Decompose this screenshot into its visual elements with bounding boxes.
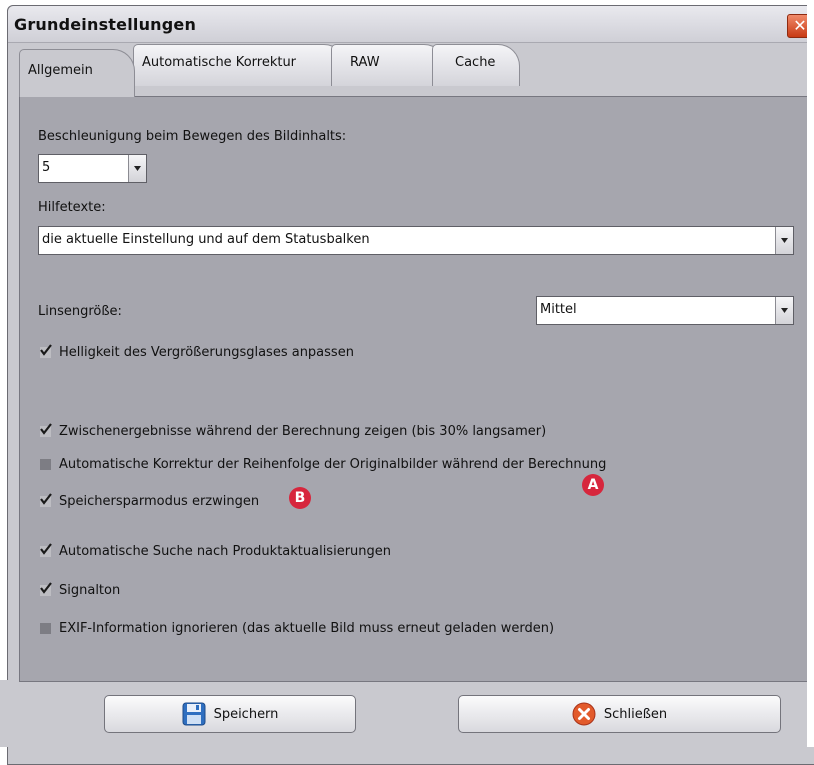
close-icon: ✕ <box>793 16 807 35</box>
helptexts-value: die aktuelle Einstellung und auf dem Sta… <box>42 232 370 247</box>
save-button[interactable]: Speichern <box>104 695 356 733</box>
chevron-down-icon <box>781 308 788 313</box>
checkbox[interactable] <box>40 492 52 507</box>
chevron-down-icon <box>781 238 788 243</box>
settings-panel: Beschleunigung beim Bewegen des Bildinha… <box>19 96 814 682</box>
tab-label: Allgemein <box>28 63 93 78</box>
tab-cache[interactable]: Cache <box>432 44 520 86</box>
checkbox-label: Speichersparmodus erzwingen <box>59 493 260 509</box>
checkmark-icon <box>40 343 52 356</box>
checkbox-row-memory-saving[interactable]: Speichersparmodus erzwingen <box>40 492 259 510</box>
floppy-disk-icon <box>182 702 206 726</box>
checkbox-row-auto-update-search[interactable]: Automatische Suche nach Produktaktualisi… <box>40 542 391 560</box>
checkmark-icon <box>40 422 52 435</box>
acceleration-label: Beschleunigung beim Bewegen des Bildinha… <box>38 129 347 144</box>
annotation-marker-b: B <box>289 487 311 509</box>
acceleration-select[interactable]: 5 <box>38 154 147 183</box>
dialog-footer: Speichern Schließen <box>0 680 814 747</box>
tab-label: RAW <box>350 55 380 70</box>
checkbox[interactable] <box>40 422 52 437</box>
checkmark-icon <box>40 581 52 594</box>
checkbox[interactable] <box>40 622 51 634</box>
acceleration-dropdown-button[interactable] <box>128 155 146 182</box>
lens-size-value: Mittel <box>540 302 577 317</box>
tab-allgemein[interactable]: Allgemein <box>19 49 135 97</box>
checkbox-label: Automatische Suche nach Produktaktualisi… <box>59 543 392 559</box>
helptexts-label: Hilfetexte: <box>38 200 106 215</box>
screen-edge <box>807 0 814 747</box>
checkbox-label: Zwischenergebnisse während der Berechnun… <box>59 423 547 439</box>
checkbox[interactable] <box>40 343 52 358</box>
helptexts-select[interactable]: die aktuelle Einstellung und auf dem Sta… <box>38 226 794 255</box>
checkbox[interactable] <box>40 542 52 557</box>
save-button-label: Speichern <box>213 706 279 722</box>
checkbox-label: Signalton <box>59 582 121 598</box>
title-bar[interactable]: Grundeinstellungen ✕ <box>8 6 814 43</box>
chevron-down-icon <box>134 166 141 171</box>
checkmark-icon <box>40 542 52 555</box>
checkbox-row-signal-tone[interactable]: Signalton <box>40 581 120 599</box>
close-button[interactable]: Schließen <box>458 695 781 733</box>
dialog-title: Grundeinstellungen <box>14 15 197 34</box>
helptexts-dropdown-button[interactable] <box>775 227 793 254</box>
annotation-marker-a: A <box>582 474 604 496</box>
checkbox-label: Helligkeit des Vergrößerungsglases anpas… <box>59 344 354 360</box>
checkbox[interactable] <box>40 581 52 596</box>
checkbox-row-intermediate-results[interactable]: Zwischenergebnisse während der Berechnun… <box>40 422 546 440</box>
lens-size-dropdown-button[interactable] <box>775 297 793 324</box>
checkbox-label: Automatische Korrektur der Reihenfolge d… <box>59 456 607 472</box>
checkbox-row-ignore-exif[interactable]: EXIF-Information ignorieren (das aktuell… <box>40 619 554 637</box>
checkbox-row-lens-brightness[interactable]: Helligkeit des Vergrößerungsglases anpas… <box>40 343 354 361</box>
tab-label: Cache <box>455 55 496 70</box>
checkbox-row-auto-order-correction[interactable]: Automatische Korrektur der Reihenfolge d… <box>40 455 606 473</box>
tab-automatische-korrektur[interactable]: Automatische Korrektur <box>133 44 346 86</box>
tab-raw[interactable]: RAW <box>331 44 446 86</box>
red-x-circle-icon <box>572 702 596 726</box>
close-button-label: Schließen <box>603 706 668 722</box>
acceleration-value: 5 <box>42 160 51 175</box>
checkmark-icon <box>40 492 52 505</box>
tab-label: Automatische Korrektur <box>142 55 297 70</box>
lens-size-select[interactable]: Mittel <box>536 296 794 325</box>
checkbox[interactable] <box>40 458 51 470</box>
checkbox-label: EXIF-Information ignorieren (das aktuell… <box>59 620 555 636</box>
lens-size-label: Linsengröße: <box>38 304 122 319</box>
